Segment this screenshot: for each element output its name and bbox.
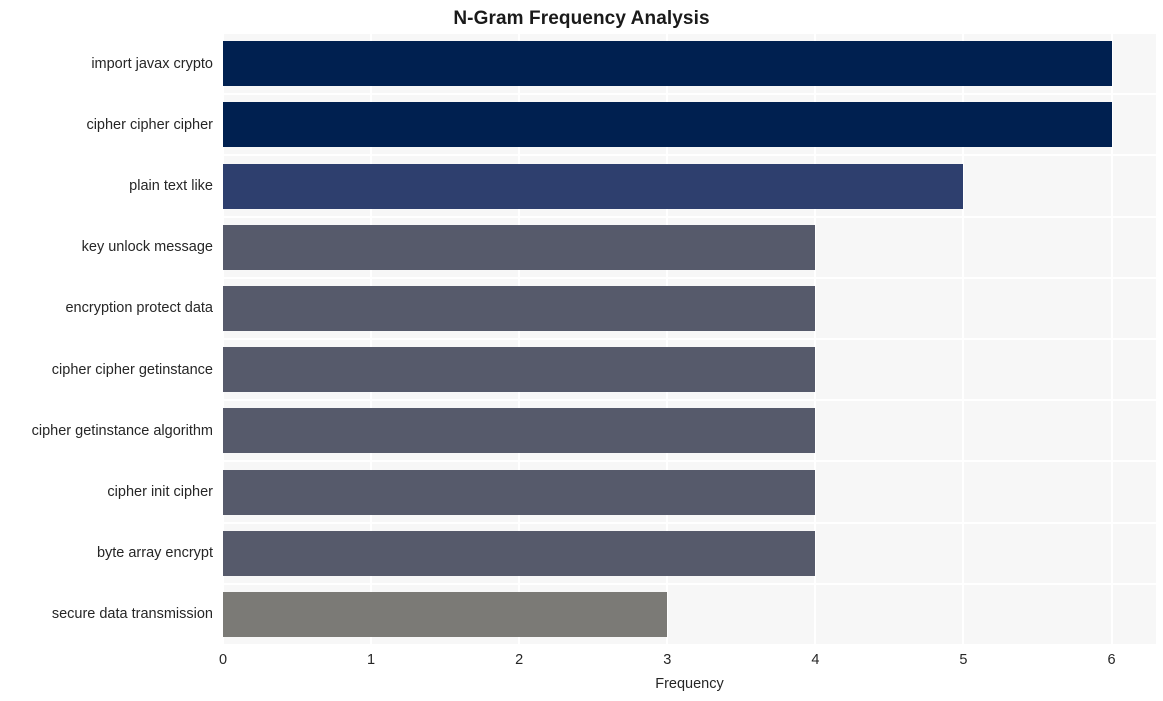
x-axis-tick-label: 3 — [663, 652, 672, 668]
y-axis-tick-label: byte array encrypt — [96, 545, 213, 562]
bar[interactable] — [223, 102, 1112, 148]
x-axis-tick-label: 6 — [1107, 652, 1116, 668]
x-axis-tick-label: 0 — [218, 652, 228, 668]
bar-series — [223, 33, 1156, 645]
x-axis-tick-labels: 0 1 2 3 4 5 6 — [219, 650, 1156, 672]
y-axis-tick-labels: import javax crypto cipher cipher cipher p… — [0, 33, 213, 645]
y-axis-tick-label: cipher getinstance algorithm — [31, 422, 213, 439]
y-axis-tick-label: import javax crypto — [91, 55, 213, 72]
y-axis-tick-label: encryption protect data — [65, 300, 213, 317]
x-axis-tick-label: 5 — [959, 652, 968, 668]
x-axis-tick-label: 1 — [367, 652, 376, 668]
bar[interactable] — [223, 224, 816, 270]
x-axis-tick-label: 2 — [515, 652, 524, 668]
bar[interactable] — [223, 163, 964, 209]
x-axis-title: Frequency — [655, 676, 724, 692]
y-axis-tick-label: cipher init cipher — [107, 484, 213, 500]
y-axis-tick-label: cipher cipher getinstance — [51, 361, 213, 378]
ngram-frequency-chart: N-Gram Frequency Analysis import javax c… — [0, 0, 1163, 701]
y-axis-tick-label: plain text like — [129, 178, 213, 194]
bar[interactable] — [223, 408, 816, 454]
bar[interactable] — [223, 530, 816, 576]
bar[interactable] — [223, 591, 668, 637]
plot-area — [223, 33, 1156, 645]
y-axis-tick-label: key unlock message — [81, 239, 213, 256]
y-axis-tick-label: cipher cipher cipher — [86, 116, 213, 133]
y-axis-tick-label: secure data transmission — [51, 606, 213, 623]
bar[interactable] — [223, 347, 816, 393]
bar[interactable] — [223, 285, 816, 331]
chart-title: N-Gram Frequency Analysis — [453, 8, 710, 29]
bar[interactable] — [223, 41, 1112, 87]
x-axis-tick-label: 4 — [811, 652, 820, 668]
bar[interactable] — [223, 469, 816, 515]
